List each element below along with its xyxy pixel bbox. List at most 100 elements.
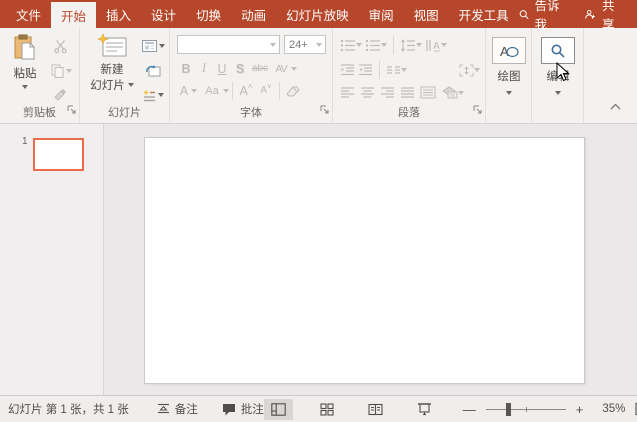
tab-design[interactable]: 设计 (141, 0, 186, 28)
font-name-combobox[interactable] (177, 35, 280, 54)
columns-button[interactable] (386, 64, 407, 76)
ribbon-spacer (584, 28, 637, 123)
ribbon: 粘贴 剪贴板 新建 幻灯片 幻灯片 24+ B I U S abc AV A A… (0, 28, 637, 124)
new-slide-button[interactable]: 新建 幻灯片 (86, 34, 138, 93)
align-right-button[interactable] (380, 86, 395, 99)
comments-label: 批注 (240, 404, 264, 416)
font-group-label: 字体 (240, 107, 262, 119)
normal-view-button[interactable] (263, 398, 293, 420)
numbering-button[interactable] (365, 39, 387, 52)
align-left-button[interactable] (340, 86, 355, 99)
tab-animations[interactable]: 动画 (231, 0, 276, 28)
notes-icon (157, 403, 169, 414)
font-size-combobox[interactable]: 24+ (284, 35, 326, 54)
font-size-value: 24+ (289, 38, 308, 51)
tab-developer[interactable]: 开发工具 (449, 0, 519, 28)
slide-sorter-icon (320, 402, 334, 416)
notes-toggle-button[interactable]: 备注 (157, 401, 198, 417)
paragraph-dialog-launcher[interactable] (473, 101, 482, 119)
drawing-label-wrap: 绘图 (486, 68, 532, 95)
slide-thumbnail[interactable] (33, 138, 84, 171)
section-dropdown-arrow (158, 93, 164, 97)
line-spacing-button[interactable] (400, 38, 422, 52)
change-case-dropdown-arrow (223, 88, 229, 93)
font-color-button[interactable]: A (177, 81, 191, 100)
decrease-font-size-button[interactable]: A ˅ (256, 81, 276, 100)
zoom-level[interactable]: 35% (593, 403, 625, 415)
zoom-out-button[interactable]: — (459, 402, 480, 417)
slide-editing-area[interactable] (144, 137, 585, 384)
strikethrough-button[interactable]: abc (249, 59, 271, 78)
text-direction-button[interactable]: A (425, 39, 447, 52)
tab-slideshow[interactable]: 幻灯片放映 (276, 0, 359, 28)
collapse-ribbon-button[interactable] (610, 97, 621, 115)
layout-button[interactable] (138, 36, 168, 56)
tab-transitions[interactable]: 切换 (186, 0, 231, 28)
change-case-button[interactable]: Aa (201, 81, 223, 100)
copy-dropdown-arrow (65, 69, 72, 73)
copy-button[interactable] (46, 61, 76, 81)
tab-view[interactable]: 视图 (404, 0, 449, 28)
editing-search-icon (551, 44, 565, 58)
zoom-in-button[interactable]: + (572, 402, 588, 417)
new-slide-dropdown-arrow (127, 83, 134, 87)
decrease-indent-button[interactable] (340, 64, 355, 76)
zoom-slider-handle[interactable] (505, 402, 511, 416)
editing-canvas (105, 124, 637, 395)
increase-font-size-button[interactable]: A ˄ (236, 81, 256, 100)
section-icon (143, 89, 155, 101)
paste-dropdown-arrow (22, 85, 28, 89)
italic-button[interactable]: I (195, 59, 213, 78)
paste-button[interactable]: 粘贴 (5, 34, 45, 89)
tab-file[interactable]: 文件 (6, 0, 51, 28)
convert-to-smartart-button[interactable] (441, 86, 464, 99)
divider (232, 81, 233, 100)
reset-slide-button[interactable] (138, 61, 168, 81)
smartart-icon (442, 86, 458, 99)
svg-text:A: A (500, 44, 509, 59)
zoom-slider[interactable] (485, 402, 566, 416)
text-direction-icon: A (426, 39, 440, 52)
cut-scissors-icon (53, 39, 67, 53)
group-slides: 新建 幻灯片 幻灯片 (80, 28, 170, 123)
share-person-icon (585, 9, 596, 19)
columns-icon (387, 66, 400, 74)
distribute-text-button[interactable] (420, 86, 436, 99)
tab-insert[interactable]: 插入 (96, 0, 141, 28)
font-dialog-launcher[interactable] (320, 101, 329, 119)
comments-toggle-button[interactable]: 批注 (222, 401, 264, 417)
slide-counter[interactable]: 幻灯片 第 1 张，共 1 张 (8, 401, 129, 417)
group-font: 24+ B I U S abc AV A Aa A ˄ A ˅ 字体 (170, 28, 333, 123)
numbering-icon (366, 39, 380, 51)
editing-button[interactable] (541, 37, 575, 64)
underline-button[interactable]: U (213, 59, 231, 78)
drawing-button[interactable]: A (492, 37, 526, 64)
justify-button[interactable] (400, 86, 415, 99)
clipboard-dialog-launcher[interactable] (67, 101, 76, 119)
group-clipboard: 粘贴 剪贴板 (0, 28, 80, 123)
layout-icon (141, 40, 157, 52)
align-text-button[interactable] (459, 64, 480, 77)
slide-thumbnails-panel: 1 (0, 124, 104, 395)
bullets-button[interactable] (340, 39, 362, 52)
drawing-icon: A (500, 44, 519, 59)
slideshow-view-button[interactable] (410, 399, 439, 420)
copy-icon (51, 64, 63, 78)
text-shadow-button[interactable]: S (231, 59, 249, 78)
new-slide-label-line2: 幻灯片 (90, 80, 125, 92)
section-button[interactable] (138, 85, 168, 105)
divider (379, 61, 380, 79)
tab-home[interactable]: 开始 (51, 2, 97, 28)
tab-review[interactable]: 审阅 (359, 0, 404, 28)
align-center-button[interactable] (360, 86, 375, 99)
group-paragraph: A 段落 (333, 28, 486, 123)
cut-button[interactable] (48, 36, 72, 56)
bold-button[interactable]: B (177, 59, 195, 78)
slide-sorter-view-button[interactable] (313, 399, 341, 420)
menu-bar: 文件 开始 插入 设计 切换 动画 幻灯片放映 审阅 视图 开发工具 告诉我 共… (0, 0, 637, 32)
character-spacing-button[interactable]: AV (271, 59, 291, 78)
notes-label: 备注 (174, 404, 198, 416)
reading-view-button[interactable] (361, 399, 390, 420)
increase-indent-button[interactable] (358, 64, 373, 76)
clear-formatting-button[interactable] (283, 81, 303, 100)
